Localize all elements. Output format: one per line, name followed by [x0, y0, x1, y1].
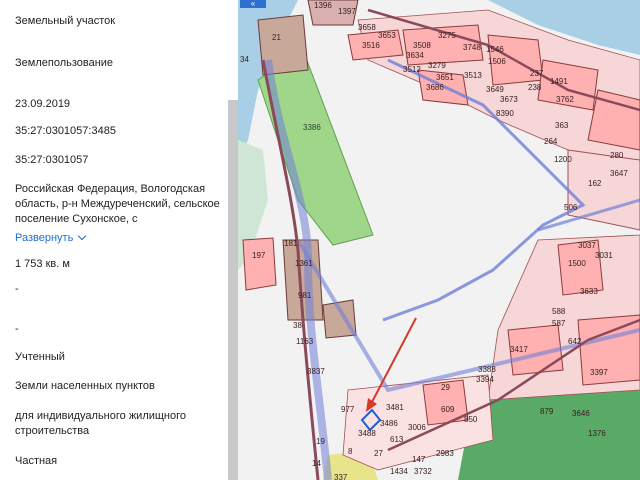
parcel-label: 3512	[403, 65, 421, 74]
parcel-label: 3386	[303, 123, 321, 132]
parcel-label: 977	[341, 405, 355, 414]
parcel-label: 264	[544, 137, 558, 146]
parcel-label: 3397	[590, 368, 608, 377]
cadastral-quarter: 35:27:0301057	[15, 154, 89, 166]
parcel-label: 3513	[464, 71, 482, 80]
cadastral-map[interactable]: 1396 1397 3658 3653 3516 3508 3275 3748 1546 3634…	[238, 0, 640, 480]
ownership-form: Частная	[15, 455, 58, 467]
parcel-label: 609	[441, 405, 455, 414]
parcel-label: 1396	[314, 1, 332, 10]
parcel-label: 1163	[296, 337, 314, 346]
parcel-label: 19	[316, 437, 325, 446]
parcel-label: 1546	[486, 45, 504, 54]
parcel-label: 981	[298, 291, 312, 300]
parcel-label: 280	[610, 151, 624, 160]
parcel-label: 1361	[295, 259, 313, 268]
parcel-label: 3031	[595, 251, 613, 260]
value-empty-2: -	[15, 323, 19, 335]
parcel-label: 3837	[307, 367, 325, 376]
parcel-label: 613	[390, 435, 404, 444]
parcel-label: 1500	[568, 259, 586, 268]
parcel-label: 850	[464, 415, 478, 424]
parcel-label: 3279	[428, 61, 446, 70]
expand-link[interactable]: Развернуть	[15, 231, 87, 246]
parcel-label: 3006	[408, 423, 426, 432]
parcel-label: 3732	[414, 467, 432, 476]
parcel-label: 3633	[580, 287, 598, 296]
value-empty-1: -	[15, 283, 19, 295]
parcel-label: 3481	[386, 403, 404, 412]
cadastral-number: 35:27:0301057:3485	[15, 125, 116, 137]
parcel-label: 3394	[476, 375, 494, 384]
parcel-label: 237	[530, 69, 544, 78]
parcel-label: 181	[284, 239, 298, 248]
parcel-label: 3653	[378, 31, 396, 40]
panel-scrollbar[interactable]	[228, 100, 238, 480]
parcel-197	[242, 237, 277, 291]
parcel-label: 337	[334, 473, 348, 480]
parcel-label: 3388	[478, 365, 496, 374]
parcel-label: 238	[528, 83, 542, 92]
parcel-3397	[577, 314, 640, 386]
parcel-label: 197	[252, 251, 266, 260]
parcel-label: 3748	[463, 43, 481, 52]
status: Учтенный	[15, 351, 65, 363]
parcel-label: 38	[293, 321, 302, 330]
parcel-label: 1397	[338, 7, 356, 16]
parcel-label: 147	[412, 455, 426, 464]
parcel-label: 2983	[436, 449, 454, 458]
parcel-label: 3673	[500, 95, 518, 104]
parcel-label: 588	[552, 307, 566, 316]
expand-label[interactable]: Развернуть	[15, 232, 73, 244]
map-canvas[interactable]: 1396 1397365836533516 3508 3275 3748 1546 3634…	[238, 0, 640, 480]
registration-date: 23.09.2019	[15, 98, 71, 110]
parcel-label: 642	[568, 337, 582, 346]
parcel-label: 506	[564, 203, 578, 212]
parcel-label: 1491	[550, 77, 568, 86]
parcel-label: 3275	[438, 31, 456, 40]
parcel-label: 3647	[610, 169, 628, 178]
parcel-label: 1200	[554, 155, 572, 164]
parcel-label: 1434	[390, 467, 408, 476]
parcel-label: 162	[588, 179, 602, 188]
parcel-label: 8390	[496, 109, 514, 118]
parcel-label: 29	[441, 383, 450, 392]
parcel-label: 14	[312, 459, 321, 468]
parcel-label: 3646	[572, 409, 590, 418]
parcel-label: 3651	[436, 73, 454, 82]
parcel-label: 21	[272, 33, 281, 42]
parcel-label: 879	[540, 407, 554, 416]
parcel-label: 3762	[556, 95, 574, 104]
parcel-label: 3417	[510, 345, 528, 354]
parcel-label: 3658	[358, 23, 376, 32]
collapse-panel-button[interactable]: «	[240, 0, 266, 8]
address: Российская Федерация, Вологодская област…	[15, 183, 220, 225]
parcel-label: 3686	[426, 83, 444, 92]
area: 1 753 кв. м	[15, 258, 70, 270]
info-panel: Земельный участок Землепользование 23.09…	[0, 0, 238, 480]
land-category: Земли населенных пунктов	[15, 380, 155, 392]
parcel-label: 3516	[362, 41, 380, 50]
object-kind: Землепользование	[15, 57, 114, 69]
parcel-label: 3486	[380, 419, 398, 428]
chevron-down-icon	[78, 231, 87, 241]
parcel-label: 363	[555, 121, 569, 130]
permitted-use: для индивидуального жилищного строительс…	[15, 410, 187, 437]
parcel-label: 3649	[486, 85, 504, 94]
parcel-label: 3634	[406, 51, 424, 60]
parcel-label: 34	[240, 55, 249, 64]
parcel-label: 587	[552, 319, 566, 328]
parcel-label: 1506	[488, 57, 506, 66]
object-type: Земельный участок	[15, 15, 116, 27]
parcel-label: 8	[348, 447, 353, 456]
parcel-label: 27	[374, 449, 383, 458]
parcel-label: 3488	[358, 429, 376, 438]
parcel-label: 3508	[413, 41, 431, 50]
parcel-label: 3037	[578, 241, 596, 250]
parcel-label: 1376	[588, 429, 606, 438]
